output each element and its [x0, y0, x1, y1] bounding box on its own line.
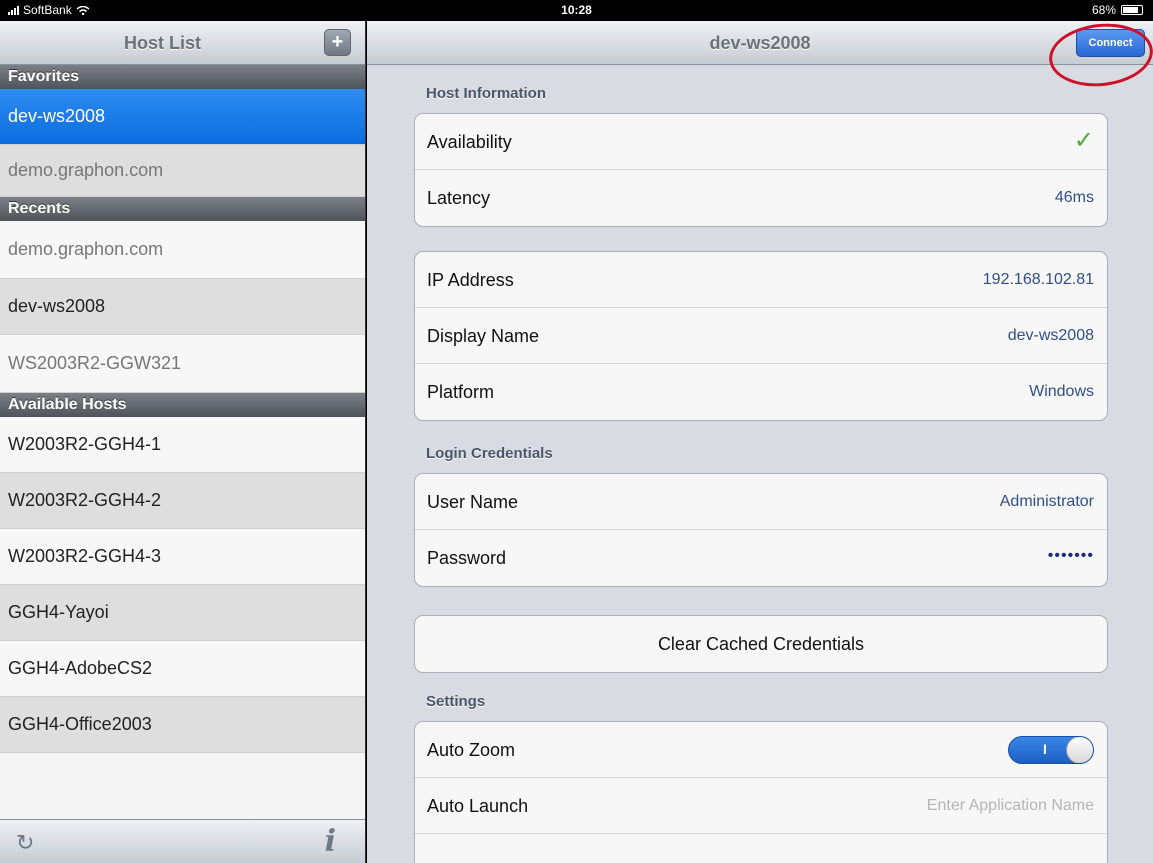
host-row-available[interactable]: W2003R2-GGH4-2 [0, 473, 365, 529]
add-host-button[interactable]: + [324, 29, 351, 56]
host-row-favorite[interactable]: dev-ws2008 [0, 89, 365, 145]
auto-zoom-toggle[interactable]: I [1008, 736, 1094, 764]
display-name-label: Display Name [427, 326, 540, 346]
username-field[interactable]: Administrator [1000, 493, 1094, 511]
availability-label: Availability [427, 132, 512, 152]
login-credentials-header: Login Credentials [426, 445, 553, 462]
host-row-recent[interactable]: dev-ws2008 [0, 279, 365, 335]
display-name-row: Display Name dev-ws2008 [415, 308, 1107, 364]
host-list-toolbar: ↻ i [0, 819, 365, 863]
display-name-value: dev-ws2008 [1007, 327, 1094, 344]
username-row[interactable]: User Name Administrator [415, 474, 1107, 530]
auto-launch-label: Auto Launch [427, 796, 529, 816]
username-label: User Name [427, 492, 519, 512]
host-row-available[interactable]: W2003R2-GGH4-1 [0, 417, 365, 473]
password-row[interactable]: Password ••••••• [415, 530, 1107, 586]
host-list-navbar: Host List + [0, 21, 365, 65]
refresh-icon[interactable]: ↻ [16, 830, 34, 856]
host-row-available[interactable]: GGH4-Yayoi [0, 585, 365, 641]
password-field[interactable]: ••••••• [1048, 547, 1094, 565]
settings-row-partial [415, 834, 1107, 863]
host-information-header: Host Information [426, 85, 546, 102]
platform-value: Windows [1029, 383, 1094, 400]
battery-status: 68% [1092, 3, 1143, 17]
host-row-favorite[interactable]: demo.graphon.com [0, 145, 365, 197]
clock: 10:28 [561, 3, 592, 17]
info-icon[interactable]: i [325, 824, 336, 859]
availability-row: Availability ✓ [415, 114, 1107, 170]
battery-icon [1121, 5, 1143, 15]
auto-zoom-label: Auto Zoom [427, 740, 516, 760]
login-credentials-group: User Name Administrator Password ••••••• [414, 473, 1108, 587]
settings-group: Auto Zoom I Auto Launch Enter Applicatio… [414, 721, 1108, 863]
host-detail-content: Host Information Availability ✓ Latency … [414, 65, 1108, 863]
check-icon: ✓ [1073, 127, 1094, 154]
platform-row: Platform Windows [415, 364, 1107, 420]
host-information-group: Availability ✓ Latency 46ms [414, 113, 1108, 227]
status-bar: SoftBank 10:28 68% [0, 0, 1153, 21]
section-available-hosts: Available Hosts [0, 393, 365, 417]
auto-launch-row[interactable]: Auto Launch Enter Application Name [415, 778, 1107, 834]
host-row-recent[interactable]: WS2003R2-GGW321 [0, 335, 365, 393]
section-favorites: Favorites [0, 65, 365, 89]
auto-launch-input[interactable]: Enter Application Name [927, 797, 1094, 815]
latency-row: Latency 46ms [415, 170, 1107, 226]
clear-cached-credentials-button[interactable]: Clear Cached Credentials [414, 615, 1108, 673]
battery-percent: 68% [1091, 3, 1116, 17]
host-details-group: IP Address 192.168.102.81 Display Name d… [414, 251, 1108, 421]
host-row-available[interactable]: W2003R2-GGH4-3 [0, 529, 365, 585]
host-detail-title: dev-ws2008 [709, 33, 811, 53]
toggle-on-indicator: I [1043, 741, 1047, 757]
host-detail-panel: dev-ws2008 Connect Host Information Avai… [367, 21, 1153, 863]
latency-value: 46ms [1054, 189, 1094, 206]
password-label: Password [427, 548, 507, 568]
platform-label: Platform [427, 382, 495, 402]
host-row-available[interactable]: GGH4-Office2003 [0, 697, 365, 753]
host-list-panel: Host List + Favorites dev-ws2008 demo.gr… [0, 21, 366, 863]
ip-address-label: IP Address [427, 270, 514, 290]
host-row-available[interactable]: GGH4-AdobeCS2 [0, 641, 365, 697]
section-recents: Recents [0, 197, 365, 221]
host-list-title: Host List [123, 33, 201, 53]
auto-zoom-row: Auto Zoom I [415, 722, 1107, 778]
host-detail-navbar: dev-ws2008 Connect [367, 21, 1153, 92]
host-row-recent[interactable]: demo.graphon.com [0, 221, 365, 279]
latency-label: Latency [427, 188, 491, 208]
settings-header: Settings [426, 693, 486, 710]
toggle-knob [1066, 737, 1093, 763]
ip-address-value: 192.168.102.81 [982, 271, 1094, 288]
ip-address-row: IP Address 192.168.102.81 [415, 252, 1107, 308]
